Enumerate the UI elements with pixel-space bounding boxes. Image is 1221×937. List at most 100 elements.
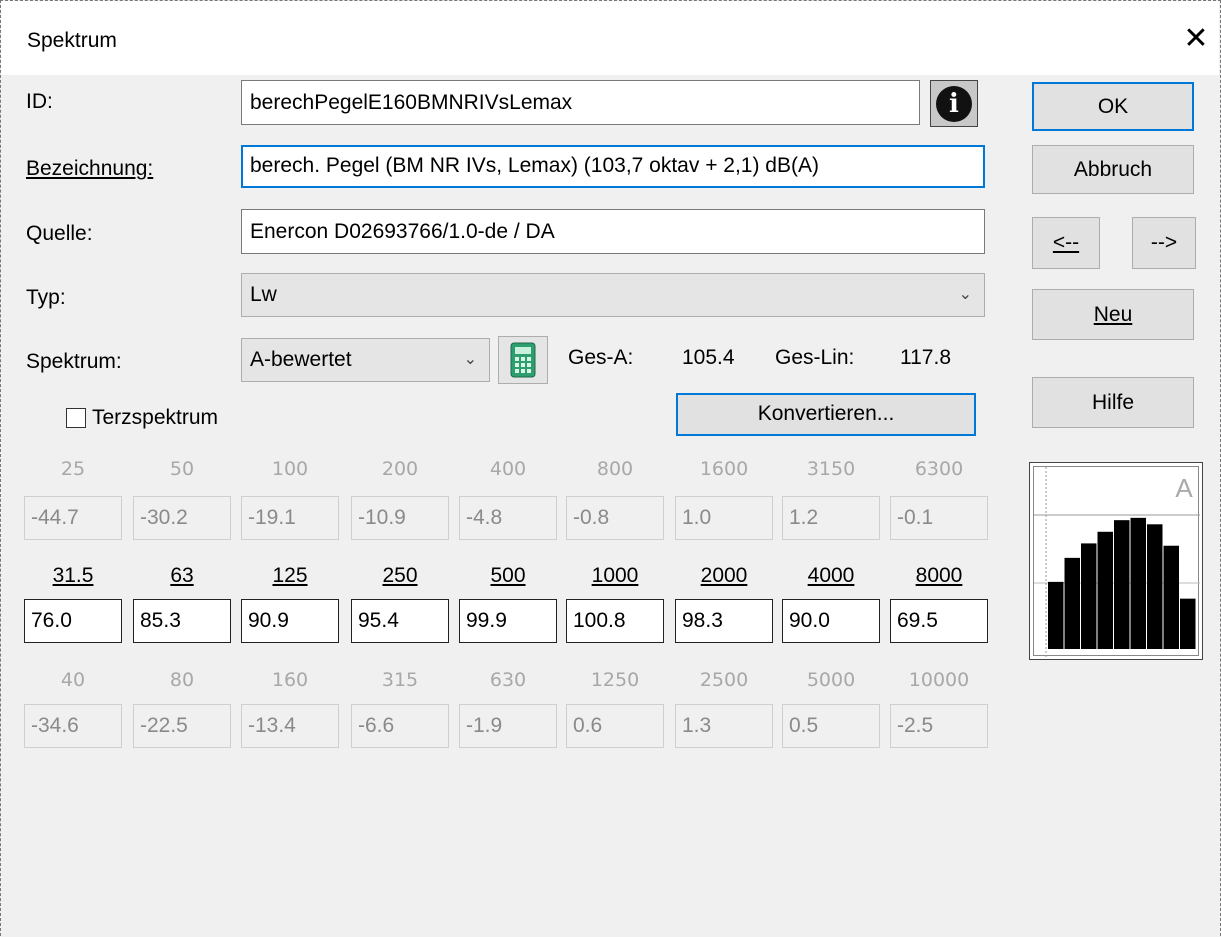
- calculator-button[interactable]: [498, 336, 548, 384]
- neu-label: Neu: [1093, 303, 1133, 326]
- preview-bar: [1048, 581, 1064, 649]
- hilfe-button[interactable]: Hilfe: [1032, 377, 1194, 428]
- ok-button[interactable]: OK: [1032, 82, 1194, 131]
- freq-label-lower-1: 80: [169, 669, 195, 691]
- level-field-lower-2: -13.4: [241, 704, 339, 748]
- freq-label-lower-3: 315: [381, 669, 419, 691]
- freq-label-octave-0: 31.5: [52, 564, 94, 587]
- freq-label-octave-1: 63: [170, 564, 194, 587]
- abbruch-button[interactable]: Abbruch: [1032, 145, 1194, 194]
- preview-bar: [1064, 557, 1080, 649]
- level-field-octave-3[interactable]: 95.4: [351, 599, 449, 643]
- chevron-down-icon: ⌄: [958, 286, 972, 303]
- level-field-octave-2[interactable]: 90.9: [241, 599, 339, 643]
- freq-label-lower-2: 160: [271, 669, 309, 691]
- title-bar: Spektrum ✕: [1, 1, 1219, 75]
- spectrum-preview-svg: A: [1034, 467, 1200, 657]
- level-field-lower-3: -6.6: [351, 704, 449, 748]
- spektrum-selected-value: A-bewertet: [250, 348, 352, 371]
- level-field-upper-6: 1.0: [675, 496, 773, 540]
- typ-select[interactable]: Lw ⌄: [241, 273, 985, 317]
- spektrum-select[interactable]: A-bewertet ⌄: [241, 338, 490, 382]
- preview-bar: [1097, 531, 1113, 649]
- freq-label-lower-4: 630: [489, 669, 527, 691]
- preview-bar: [1180, 598, 1196, 649]
- preview-bar: [1081, 543, 1097, 649]
- id-field[interactable]: berechPegelE160BMNRIVsLemax: [241, 80, 920, 125]
- freq-label-upper-1: 50: [169, 458, 195, 480]
- info-icon: i: [936, 85, 972, 122]
- ok-label: OK: [1097, 95, 1129, 118]
- neu-button[interactable]: Neu: [1032, 289, 1194, 340]
- abbruch-label: Abbruch: [1073, 158, 1153, 181]
- next-label: -->: [1150, 231, 1178, 254]
- preview-bar: [1147, 524, 1163, 649]
- level-field-octave-5[interactable]: 100.8: [566, 599, 664, 643]
- bezeichnung-field[interactable]: berech. Pegel (BM NR IVs, Lemax) (103,7 …: [241, 145, 985, 188]
- level-field-octave-0[interactable]: 76.0: [24, 599, 122, 643]
- checkbox-box[interactable]: [66, 408, 86, 428]
- next-button[interactable]: -->: [1132, 217, 1196, 269]
- level-field-upper-4: -4.8: [459, 496, 557, 540]
- spektrum-label: Spektrum:: [26, 350, 122, 373]
- terzspektrum-checkbox[interactable]: Terzspektrum: [66, 406, 218, 430]
- typ-label: Typ:: [26, 286, 66, 309]
- level-field-octave-6[interactable]: 98.3: [675, 599, 773, 643]
- level-field-octave-1[interactable]: 85.3: [133, 599, 231, 643]
- freq-label-lower-6: 2500: [699, 669, 749, 691]
- level-field-upper-5: -0.8: [566, 496, 664, 540]
- level-field-upper-2: -19.1: [241, 496, 339, 540]
- level-field-octave-7[interactable]: 90.0: [782, 599, 880, 643]
- quelle-field[interactable]: Enercon D02693766/1.0-de / DA: [241, 209, 985, 254]
- level-field-octave-4[interactable]: 99.9: [459, 599, 557, 643]
- ges-lin-label: Ges-Lin:: [775, 346, 855, 369]
- level-field-upper-7: 1.2: [782, 496, 880, 540]
- level-field-lower-4: -1.9: [459, 704, 557, 748]
- freq-label-upper-4: 400: [489, 458, 527, 480]
- preview-bar: [1130, 517, 1146, 649]
- preview-bar: [1114, 520, 1130, 649]
- hilfe-label: Hilfe: [1091, 391, 1134, 414]
- level-field-lower-5: 0.6: [566, 704, 664, 748]
- freq-label-lower-8: 10000: [908, 669, 970, 691]
- spectrum-preview: A: [1029, 462, 1203, 660]
- freq-label-octave-3: 250: [382, 564, 418, 587]
- freq-label-octave-4: 500: [490, 564, 526, 587]
- freq-label-upper-2: 100: [271, 458, 309, 480]
- ges-a-label: Ges-A:: [568, 346, 634, 369]
- chevron-down-icon: ⌄: [463, 351, 477, 368]
- level-field-lower-1: -22.5: [133, 704, 231, 748]
- freq-label-octave-2: 125: [272, 564, 308, 587]
- terzspektrum-label: Terzspektrum: [92, 406, 219, 429]
- level-field-upper-1: -30.2: [133, 496, 231, 540]
- bezeichnung-label: Bezeichnung:: [26, 157, 154, 180]
- freq-label-lower-7: 5000: [806, 669, 856, 691]
- ges-lin-value: 117.8: [900, 346, 951, 369]
- freq-label-lower-5: 1250: [590, 669, 640, 691]
- freq-label-octave-7: 4000: [807, 564, 855, 587]
- preview-letter: A: [1175, 473, 1193, 503]
- ges-a-value: 105.4: [682, 346, 735, 369]
- freq-label-octave-6: 2000: [700, 564, 748, 587]
- dialog-title: Spektrum: [27, 29, 117, 52]
- level-field-octave-8[interactable]: 69.5: [890, 599, 988, 643]
- level-field-upper-3: -10.9: [351, 496, 449, 540]
- id-label: ID:: [26, 90, 53, 113]
- level-field-lower-7: 0.5: [782, 704, 880, 748]
- typ-selected-value: Lw: [250, 283, 277, 306]
- level-field-upper-8: -0.1: [890, 496, 988, 540]
- level-field-lower-0: -34.6: [24, 704, 122, 748]
- konvertieren-label: Konvertieren...: [757, 402, 895, 425]
- quelle-label: Quelle:: [26, 222, 93, 245]
- prev-label: <--: [1052, 231, 1080, 254]
- level-field-lower-6: 1.3: [675, 704, 773, 748]
- freq-label-upper-7: 3150: [806, 458, 856, 480]
- close-icon[interactable]: ✕: [1179, 19, 1213, 59]
- freq-label-upper-0: 25: [60, 458, 86, 480]
- info-button[interactable]: i: [930, 80, 978, 127]
- prev-button[interactable]: <--: [1032, 217, 1100, 269]
- konvertieren-button[interactable]: Konvertieren...: [676, 393, 976, 436]
- freq-label-lower-0: 40: [60, 669, 86, 691]
- freq-label-octave-5: 1000: [591, 564, 639, 587]
- freq-label-upper-5: 800: [596, 458, 634, 480]
